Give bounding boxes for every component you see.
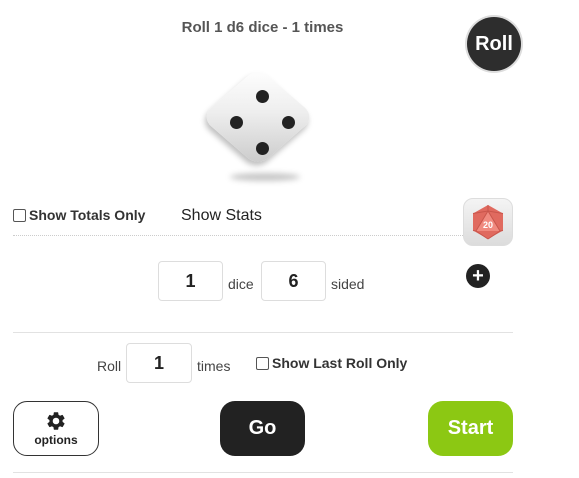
page-title: Roll 1 d6 dice - 1 times	[181, 19, 344, 36]
show-last-roll-toggle[interactable]: Show Last Roll Only	[256, 355, 407, 371]
dice-count-input[interactable]: 1	[158, 261, 223, 301]
options-label: options	[34, 433, 78, 447]
dice-label: dice	[228, 276, 254, 292]
die-pip	[256, 142, 269, 155]
die-pip	[282, 116, 295, 129]
d20-button[interactable]: 20	[463, 198, 513, 246]
die-pip	[230, 116, 243, 129]
die-shadow	[230, 173, 300, 181]
bottom-divider	[13, 472, 513, 473]
show-totals-checkbox[interactable]	[13, 208, 26, 222]
plus-icon: +	[472, 265, 484, 287]
roll-times-input[interactable]: 1	[126, 343, 192, 383]
go-button[interactable]: Go	[220, 401, 305, 456]
d20-icon: 20	[472, 205, 504, 240]
divider	[13, 332, 513, 333]
show-stats-link[interactable]: Show Stats	[181, 207, 262, 225]
show-totals-toggle[interactable]: Show Totals Only	[13, 207, 145, 223]
show-totals-label: Show Totals Only	[29, 207, 146, 223]
die-face	[200, 67, 320, 182]
sided-label: sided	[331, 276, 365, 292]
start-button[interactable]: Start	[428, 401, 513, 456]
roll-button[interactable]: Roll	[467, 17, 521, 71]
options-button[interactable]: options	[13, 401, 99, 456]
show-last-roll-checkbox[interactable]	[256, 356, 269, 370]
die-pip	[256, 90, 269, 103]
add-dice-button[interactable]: +	[466, 264, 490, 288]
d20-number: 20	[483, 220, 493, 230]
sides-input[interactable]: 6	[261, 261, 326, 301]
times-label: times	[197, 358, 231, 374]
gear-icon	[47, 412, 65, 430]
show-last-roll-label: Show Last Roll Only	[272, 355, 408, 371]
roll-label: Roll	[97, 358, 122, 374]
